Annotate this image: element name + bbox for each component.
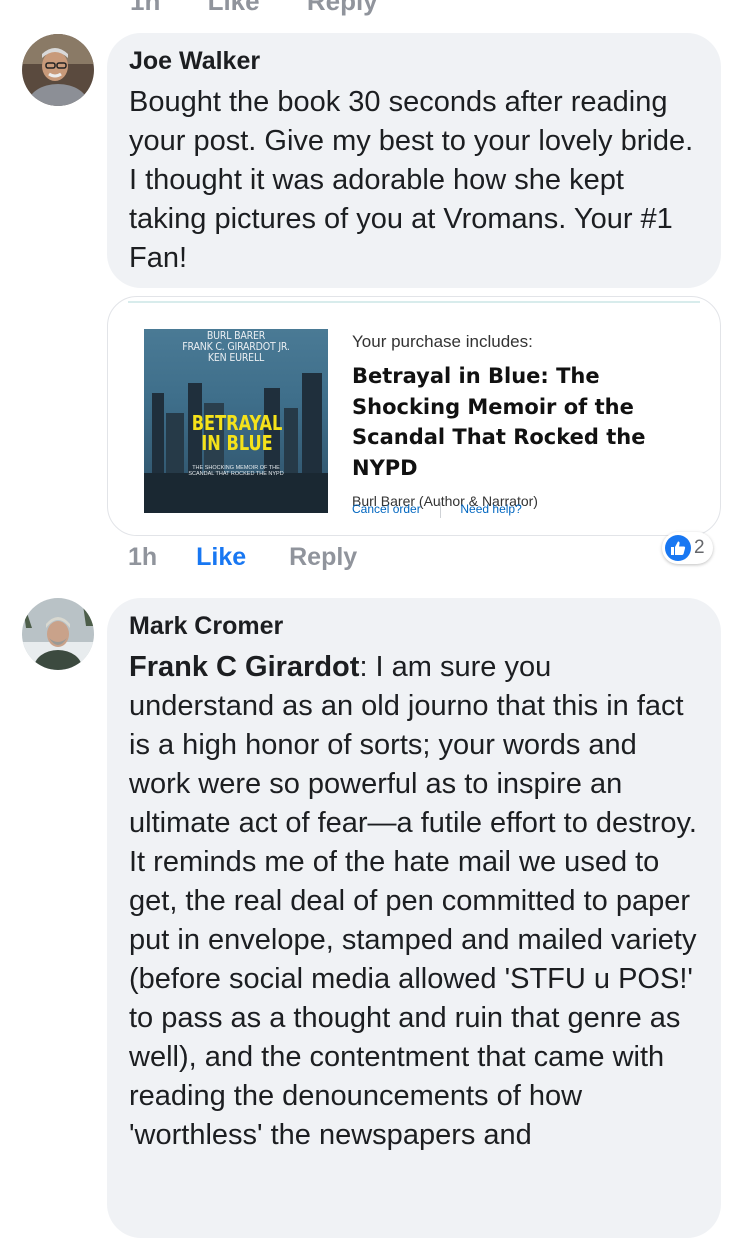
comment-bubble-joe-walker: Joe Walker Bought the book 30 seconds af…: [107, 33, 721, 288]
purchase-includes-label: Your purchase includes:: [352, 332, 533, 351]
comment-text: Frank C Girardot: I am sure you understa…: [129, 648, 699, 1155]
reaction-count: 2: [694, 537, 705, 558]
book-cover-image[interactable]: BURL BARER FRANK C. GIRARDOT JR. KEN EUR…: [144, 329, 328, 513]
cover-subtitle: THE SHOCKING MEMOIR OF THE SCANDAL THAT …: [188, 465, 284, 477]
card-divider: [128, 301, 700, 303]
reaction-summary[interactable]: 2: [662, 532, 713, 564]
previous-comment-like-button[interactable]: Like: [208, 0, 260, 16]
comment-author[interactable]: Mark Cromer: [129, 610, 699, 642]
reply-button[interactable]: Reply: [289, 543, 357, 571]
previous-comment-actions: 1h Like Reply: [130, 0, 418, 16]
avatar-joe-walker[interactable]: [22, 34, 94, 106]
comment-time[interactable]: 1h: [128, 543, 157, 571]
cancel-order-link[interactable]: Cancel order: [352, 502, 421, 516]
purchase-attachment-card[interactable]: BURL BARER FRANK C. GIRARDOT JR. KEN EUR…: [107, 296, 721, 536]
comment-body: : I am sure you understand as an old jou…: [129, 651, 697, 1151]
comment-author[interactable]: Joe Walker: [129, 45, 699, 77]
avatar-mark-cromer[interactable]: [22, 598, 94, 670]
previous-comment-time: 1h: [130, 0, 161, 16]
comment-text: Bought the book 30 seconds after reading…: [129, 86, 694, 274]
link-divider: [440, 502, 442, 518]
mention-link[interactable]: Frank C Girardot: [129, 651, 359, 683]
comment-actions: 1h Like Reply: [128, 543, 357, 572]
comment-bubble-mark-cromer: Mark Cromer Frank C Girardot: I am sure …: [107, 598, 721, 1238]
purchase-details: Your purchase includes: Betrayal in Blue…: [352, 331, 712, 509]
like-button[interactable]: Like: [196, 543, 246, 571]
book-title[interactable]: Betrayal in Blue: The Shocking Memoir of…: [352, 361, 712, 483]
previous-comment-reply-button[interactable]: Reply: [307, 0, 378, 16]
thumbs-up-icon: [665, 535, 691, 561]
cover-authors: BURL BARER FRANK C. GIRARDOT JR. KEN EUR…: [182, 330, 290, 364]
cover-title: BETRAYAL IN BLUE: [191, 411, 283, 455]
need-help-link[interactable]: Need help?: [460, 502, 521, 516]
purchase-links: Cancel order Need help?: [352, 502, 522, 518]
